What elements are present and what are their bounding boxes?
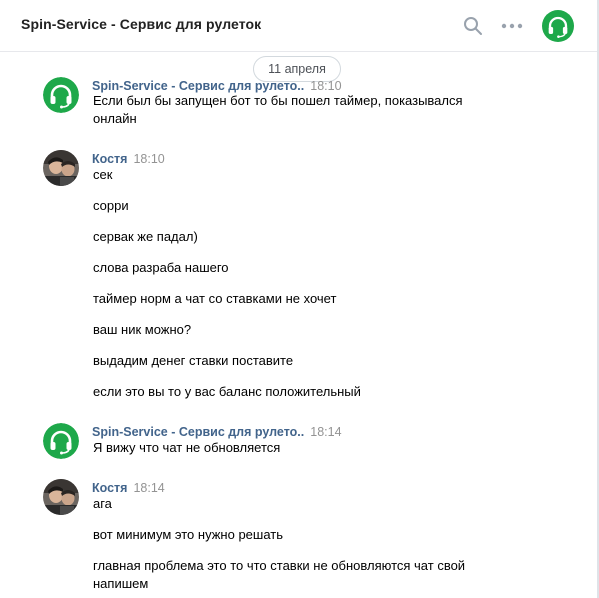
search-icon[interactable] bbox=[463, 16, 483, 36]
message-text: Я вижу что чат не обновляется bbox=[93, 440, 281, 455]
message-text: напишем bbox=[93, 576, 149, 591]
message-time: 18:10 bbox=[133, 152, 165, 166]
message-text: выдадим денег ставки поставите bbox=[93, 353, 294, 368]
message-text: таймер норм а чат со ставками не хочет bbox=[93, 291, 337, 306]
headphones-logo-avatar[interactable] bbox=[43, 77, 79, 113]
message-text: слова разраба нашего bbox=[93, 260, 229, 275]
author-name[interactable]: Костя bbox=[92, 481, 127, 495]
author-name[interactable]: Spin-Service - Сервис для рулето.. bbox=[92, 79, 304, 93]
message-text: вот минимум это нужно решать bbox=[93, 527, 283, 542]
author-line: Костя 18:14 bbox=[92, 479, 165, 495]
message-text: сек bbox=[93, 167, 113, 182]
message-text: Если был бы запущен бот то бы пошел тайм… bbox=[93, 93, 463, 108]
chat-title[interactable]: Spin-Service - Сервис для рулеток bbox=[21, 16, 261, 32]
headphones-avatar-icon[interactable] bbox=[542, 10, 574, 42]
user-photo-avatar[interactable] bbox=[43, 479, 79, 515]
message-text: онлайн bbox=[93, 111, 137, 126]
message-feed[interactable]: 11 апреля Spin-Service - Сервис для руле… bbox=[0, 52, 597, 598]
author-name[interactable]: Костя bbox=[92, 152, 127, 166]
message-time: 18:14 bbox=[310, 425, 342, 439]
headphones-logo-avatar[interactable] bbox=[43, 423, 79, 459]
author-name[interactable]: Spin-Service - Сервис для рулето.. bbox=[92, 425, 304, 439]
message-text: ага bbox=[93, 496, 112, 511]
author-line: Костя 18:10 bbox=[92, 150, 165, 166]
message-text: главная проблема это то что ставки не об… bbox=[93, 558, 466, 573]
chat-window: Spin-Service - Сервис для рулеток 11 апр… bbox=[0, 0, 599, 598]
message-text: сорри bbox=[93, 198, 129, 213]
message-time: 18:14 bbox=[133, 481, 165, 495]
more-icon[interactable] bbox=[501, 23, 523, 29]
chat-header: Spin-Service - Сервис для рулеток bbox=[0, 0, 597, 52]
author-line: Spin-Service - Сервис для рулето.. 18:14 bbox=[92, 423, 342, 439]
message-text: сервак же падал) bbox=[93, 229, 198, 244]
user-photo-avatar[interactable] bbox=[43, 150, 79, 186]
message-text: если это вы то у вас баланс положительны… bbox=[93, 384, 361, 399]
author-line: Spin-Service - Сервис для рулето.. 18:10 bbox=[92, 77, 342, 93]
message-text: ваш ник можно? bbox=[93, 322, 192, 337]
message-time: 18:10 bbox=[310, 79, 342, 93]
